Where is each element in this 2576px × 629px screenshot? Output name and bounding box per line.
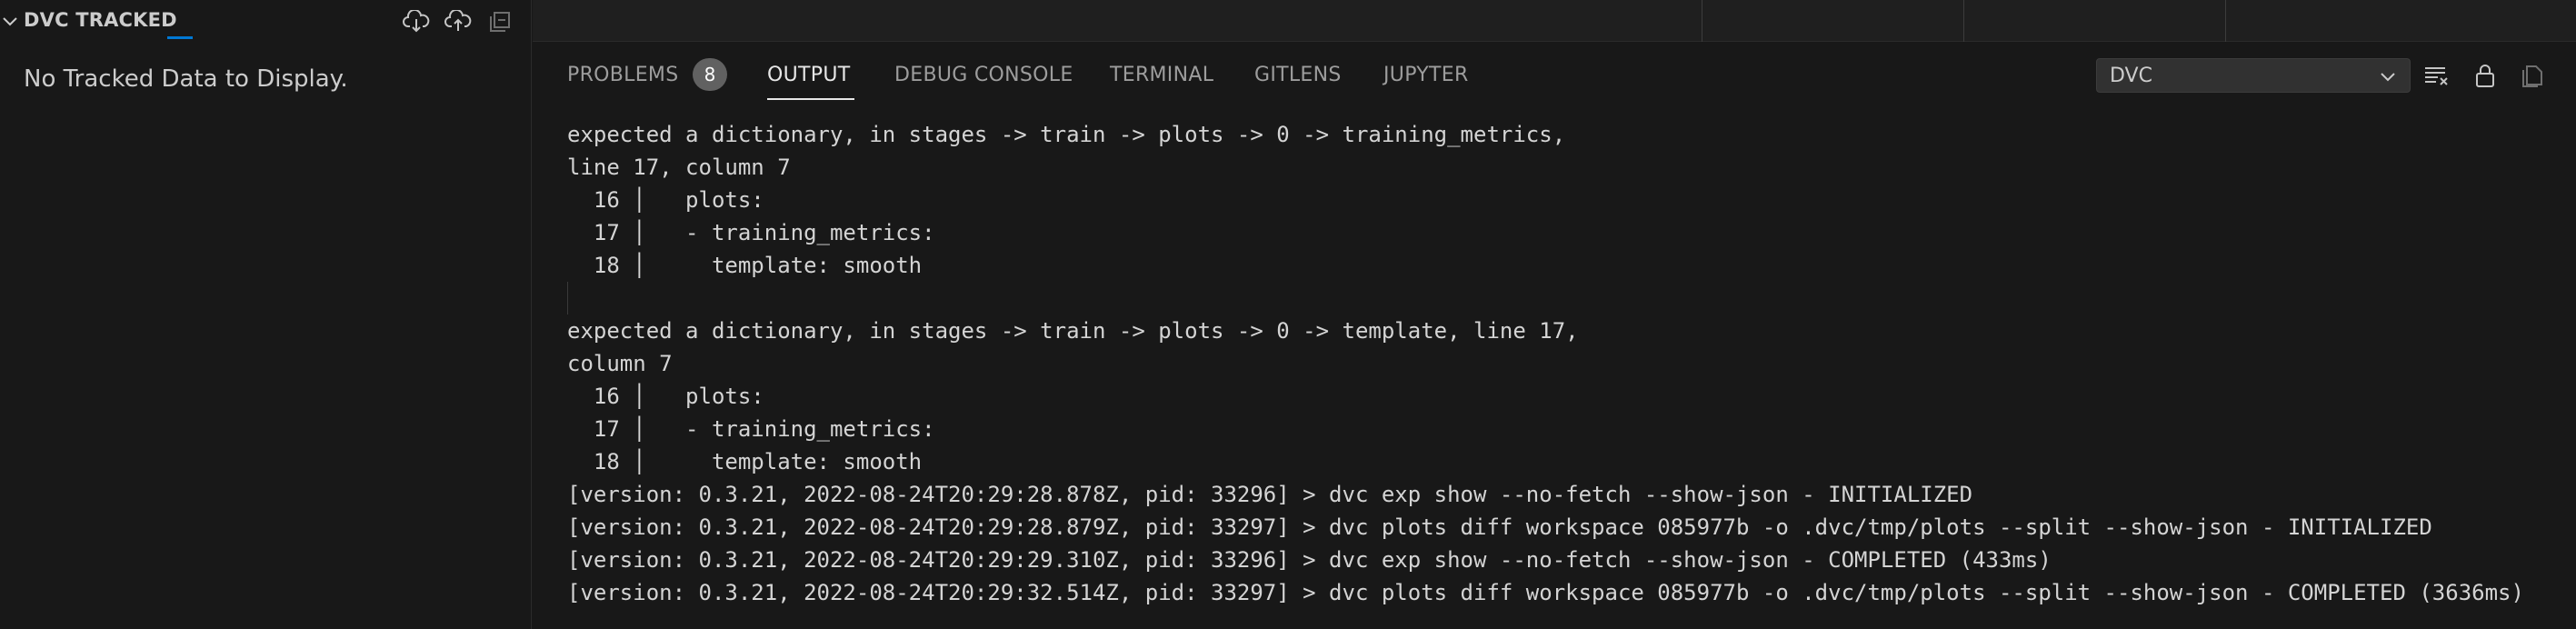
editor-divider: [2225, 0, 2226, 42]
output-line: [version: 0.3.21, 2022-08-24T20:29:28.87…: [567, 482, 1973, 507]
tab-debug-console[interactable]: DEBUG CONSOLE: [894, 64, 1073, 86]
tab-output[interactable]: OUTPUT: [767, 64, 850, 86]
output-line: 17 │ - training_metrics:: [567, 220, 935, 245]
chevron-down-icon[interactable]: [0, 11, 20, 31]
sidebar: DVC TRACKED No Tracked Data to Display.: [0, 0, 532, 629]
empty-state-message: No Tracked Data to Display.: [24, 65, 348, 93]
tab-jupyter[interactable]: JUPYTER: [1383, 64, 1469, 86]
output-line: expected a dictionary, in stages -> trai…: [567, 122, 1566, 147]
sidebar-section-header[interactable]: DVC TRACKED: [0, 0, 532, 44]
output-line: [version: 0.3.21, 2022-08-24T20:29:32.51…: [567, 580, 2524, 605]
vscode-window: DVC TRACKED No Tracked Data to Display. …: [0, 0, 2576, 629]
tab-terminal[interactable]: TERMINAL: [1110, 64, 1213, 86]
output-log: expected a dictionary, in stages -> trai…: [567, 118, 2524, 609]
lock-icon[interactable]: [2469, 58, 2501, 93]
output-line: 18 │ template: smooth: [567, 253, 923, 278]
active-tab-indicator: [767, 98, 854, 100]
open-in-editor-icon[interactable]: [2518, 58, 2551, 93]
sidebar-actions: [400, 7, 516, 36]
cloud-download-icon[interactable]: [400, 7, 433, 36]
output-line: 16 │ plots:: [567, 384, 764, 409]
output-channel-select[interactable]: DVC: [2096, 58, 2411, 93]
output-line: 18 │ template: smooth: [567, 449, 923, 474]
sidebar-section-title: DVC TRACKED: [24, 9, 177, 31]
chevron-down-icon: [2381, 73, 2395, 82]
editor-divider: [1963, 0, 1964, 42]
output-line: 17 │ - training_metrics:: [567, 416, 935, 442]
cloud-upload-icon[interactable]: [442, 7, 474, 36]
panel-tab-bar: PROBLEMS 8 OUTPUT DEBUG CONSOLE TERMINAL…: [533, 42, 2576, 109]
output-channel-value: DVC: [2110, 64, 2152, 87]
tab-gitlens[interactable]: GITLENS: [1254, 64, 1342, 86]
problems-count-badge: 8: [693, 58, 727, 91]
output-line: 16 │ plots:: [567, 187, 764, 213]
panel-actions: [2420, 58, 2551, 93]
focus-indicator: [167, 36, 193, 39]
output-line: line 17, column 7: [567, 155, 791, 180]
output-line: column 7: [567, 351, 673, 376]
output-line: [version: 0.3.21, 2022-08-24T20:29:28.87…: [567, 514, 2432, 540]
editor-area: [533, 0, 2576, 42]
output-line: expected a dictionary, in stages -> trai…: [567, 318, 1579, 344]
output-panel[interactable]: expected a dictionary, in stages -> trai…: [533, 109, 2576, 629]
clear-output-icon[interactable]: [2420, 58, 2452, 93]
output-line: [version: 0.3.21, 2022-08-24T20:29:29.31…: [567, 547, 2052, 573]
tab-problems[interactable]: PROBLEMS: [567, 64, 678, 86]
collapse-all-icon[interactable]: [484, 7, 516, 36]
